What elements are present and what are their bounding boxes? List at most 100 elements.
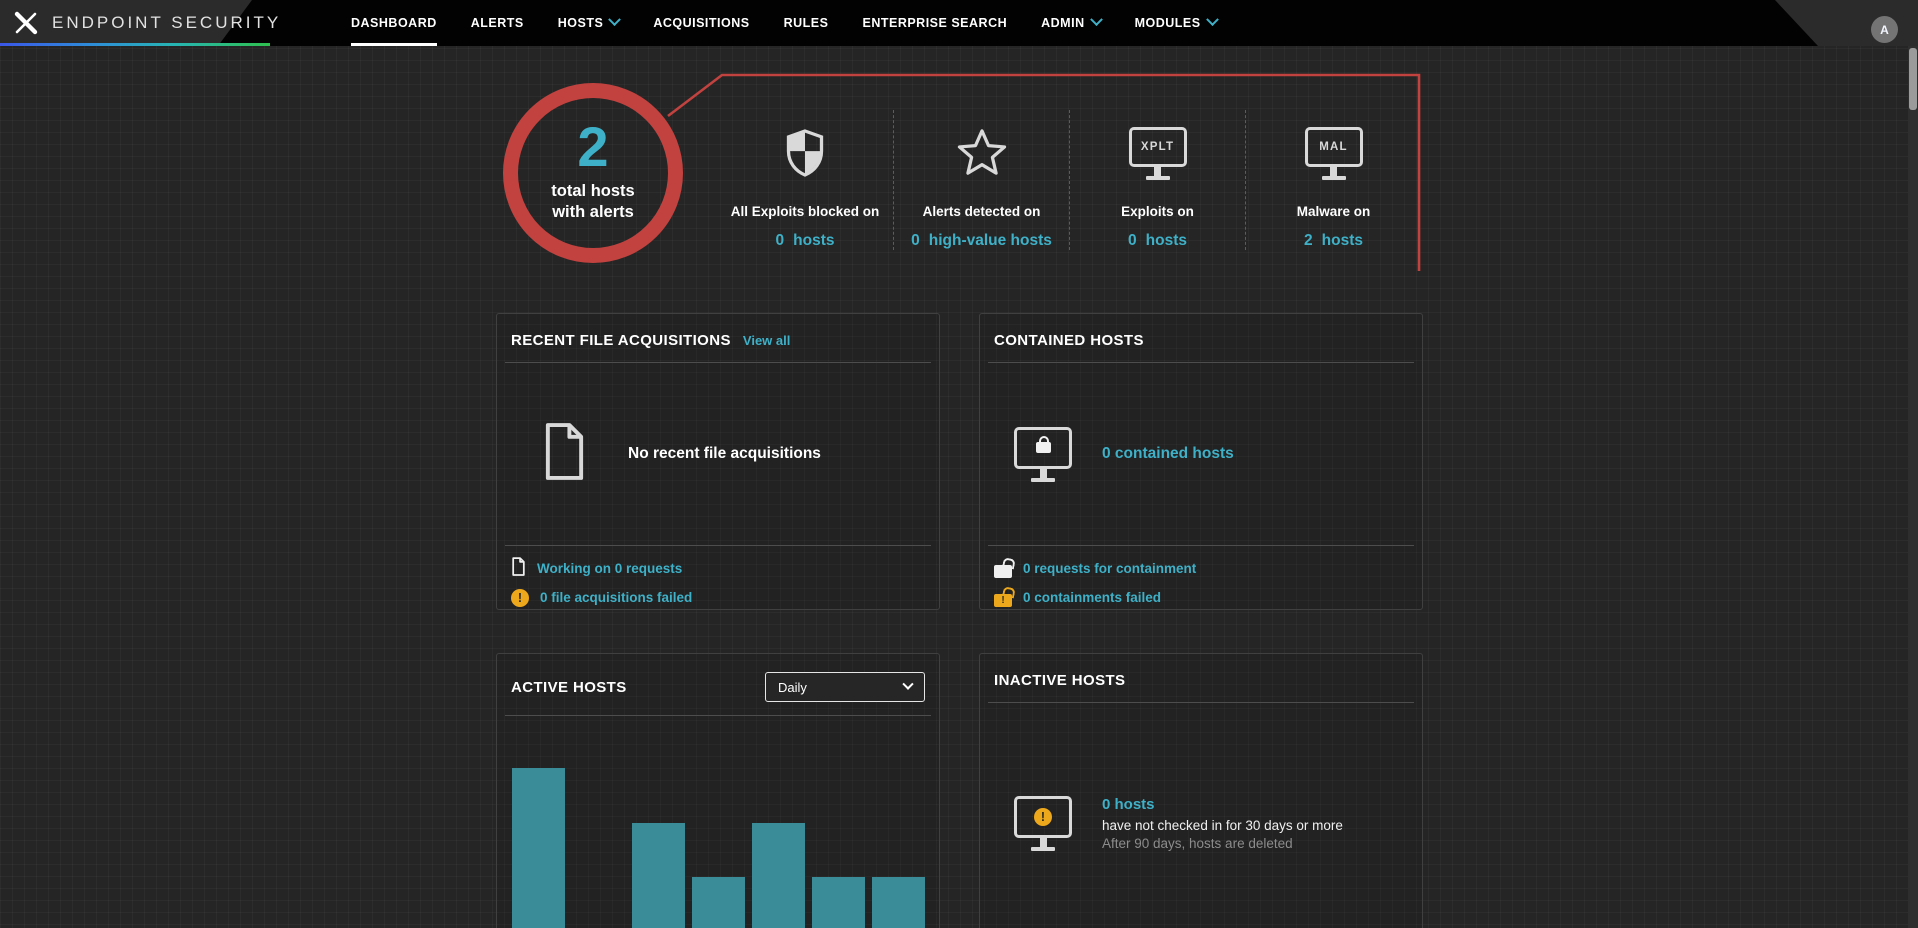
panel-header: ACTIVE HOSTS Daily <box>505 660 931 716</box>
stat-label: Exploits on <box>1121 204 1194 219</box>
nav-item-modules[interactable]: MODULES <box>1135 0 1217 46</box>
active-hosts-bar-chart: 06-1106-1206-1306-1406-1506-16Today <box>512 768 931 928</box>
panel-body: 0 contained hosts <box>980 363 1422 545</box>
contained-hosts-panel: CONTAINED HOSTS 0 contained hosts 0 requ… <box>979 313 1423 610</box>
fireeye-x-logo <box>14 11 38 35</box>
nav-item-hosts[interactable]: HOSTS <box>558 0 620 46</box>
user-avatar[interactable]: A <box>1871 16 1898 43</box>
nav-item-label: HOSTS <box>558 16 604 30</box>
lock-warning-icon <box>994 594 1012 607</box>
dashboard-content: 2 total hosts with alerts All Exploits b… <box>0 46 1918 928</box>
endpoint-security-dashboard: ENDPOINT SECURITY DASHBOARDALERTSHOSTSAC… <box>0 0 1918 928</box>
nav-item-label: ENTERPRISE SEARCH <box>862 16 1007 30</box>
stat-value-link[interactable]: 0high-value hosts <box>911 232 1052 250</box>
recent-file-acquisitions-panel: RECENT FILE ACQUISITIONS View all No rec… <box>496 313 940 610</box>
inactive-host-monitor-warning-icon <box>1014 796 1072 851</box>
panel-header: INACTIVE HOSTS <box>988 660 1414 703</box>
total-alerts-label: total hosts with alerts <box>551 181 634 222</box>
active-hosts-panel: ACTIVE HOSTS Daily 06-1106-1206-1306-140… <box>496 653 940 928</box>
stat-unit: hosts <box>793 232 834 250</box>
nav-item-label: ALERTS <box>471 16 524 30</box>
panel-title: INACTIVE HOSTS <box>994 672 1125 689</box>
bar-06-11 <box>512 768 565 928</box>
stat-unit: hosts <box>1322 232 1363 250</box>
total-alerts-count: 2 <box>577 119 608 175</box>
nav-item-acquisitions[interactable]: ACQUISITIONS <box>653 0 749 46</box>
malware-monitor-icon: MAL <box>1305 110 1363 196</box>
nav-item-dashboard[interactable]: DASHBOARD <box>351 0 437 46</box>
panel-footer: Working on 0 requests 0 file acquisition… <box>505 545 931 618</box>
nav-item-label: ADMIN <box>1041 16 1084 30</box>
chart-plot-area <box>512 768 933 928</box>
panel-header: RECENT FILE ACQUISITIONS View all <box>505 320 931 363</box>
contained-hosts-link[interactable]: 0 contained hosts <box>1102 445 1234 463</box>
bar-06-16 <box>812 877 865 928</box>
stat-all-exploits-blocked-on: All Exploits blocked on 0hosts <box>717 110 893 250</box>
primary-nav: DASHBOARD ALERTS HOSTS ACQUISITIONS RULES ENT… <box>351 0 1217 46</box>
working-requests-link[interactable]: Working on 0 requests <box>537 561 682 576</box>
containment-requests-link[interactable]: 0 requests for containment <box>1023 561 1196 576</box>
view-all-link[interactable]: View all <box>743 333 790 348</box>
failed-acquisitions-row: 0 file acquisitions failed <box>511 583 925 612</box>
warning-icon <box>1034 808 1052 826</box>
bar-06-14 <box>692 877 745 928</box>
stat-count: 0 <box>1128 232 1137 250</box>
top-nav: ENDPOINT SECURITY DASHBOARD ALERTS HOSTS AC… <box>0 0 1918 46</box>
panel-body: No recent file acquisitions <box>497 363 939 545</box>
working-requests-row: Working on 0 requests <box>511 554 925 583</box>
panel-title: CONTAINED HOSTS <box>994 332 1144 349</box>
period-select-value: Daily <box>778 680 807 695</box>
inactive-hosts-link[interactable]: 0 hosts <box>1102 796 1343 813</box>
scrollbar-track[interactable] <box>1908 46 1918 928</box>
period-select[interactable]: Daily <box>765 672 925 702</box>
stat-value-link[interactable]: 0hosts <box>776 232 835 250</box>
alert-summary-stats: All Exploits blocked on0hostsAlerts dete… <box>717 110 1421 250</box>
star-icon <box>956 110 1008 196</box>
stat-alerts-detected-on: Alerts detected on 0high-value hosts <box>893 110 1069 250</box>
nav-item-rules[interactable]: RULES <box>784 0 829 46</box>
inactive-hosts-note: After 90 days, hosts are deleted <box>1102 836 1343 851</box>
brand-accent-bar <box>0 43 270 46</box>
brand-title: ENDPOINT SECURITY <box>52 13 281 33</box>
bar-06-15 <box>752 823 805 928</box>
unlock-icon <box>994 565 1012 578</box>
stat-unit: hosts <box>1146 232 1187 250</box>
chevron-down-icon <box>1090 13 1103 26</box>
panel-title: RECENT FILE ACQUISITIONS <box>511 332 731 349</box>
panel-header: CONTAINED HOSTS <box>988 320 1414 363</box>
stat-value-link[interactable]: 2hosts <box>1304 232 1363 250</box>
shield-icon <box>783 110 827 196</box>
stat-label: Malware on <box>1297 204 1371 219</box>
total-hosts-with-alerts-circle[interactable]: 2 total hosts with alerts <box>503 83 683 263</box>
warning-icon <box>511 589 529 607</box>
inactive-hosts-text: 0 hosts have not checked in for 30 days … <box>1102 796 1343 851</box>
document-icon <box>541 422 588 486</box>
nav-item-alerts[interactable]: ALERTS <box>471 0 524 46</box>
brand-home-link[interactable]: ENDPOINT SECURITY <box>14 0 281 46</box>
stat-value-link[interactable]: 0 hosts <box>1128 232 1187 250</box>
empty-message: No recent file acquisitions <box>628 445 821 463</box>
exploit-monitor-icon: XPLT <box>1129 110 1187 196</box>
nav-item-label: RULES <box>784 16 829 30</box>
document-icon <box>511 557 526 581</box>
lock-icon <box>1036 442 1051 453</box>
inactive-hosts-detail: have not checked in for 30 days or more <box>1102 818 1343 833</box>
containments-failed-link[interactable]: 0 containments failed <box>1023 590 1161 605</box>
stat-label: All Exploits blocked on <box>731 204 880 219</box>
containment-requests-row: 0 requests for containment <box>994 554 1408 583</box>
stat-label: Alerts detected on <box>923 204 1041 219</box>
panel-footer: 0 requests for containment 0 containment… <box>988 545 1414 618</box>
nav-item-admin[interactable]: ADMIN <box>1041 0 1100 46</box>
contained-host-monitor-lock-icon <box>1014 427 1072 482</box>
failed-acquisitions-link[interactable]: 0 file acquisitions failed <box>540 590 692 605</box>
chevron-down-icon <box>902 679 913 690</box>
panel-body: 0 hosts have not checked in for 30 days … <box>980 703 1422 928</box>
inactive-hosts-panel: INACTIVE HOSTS 0 hosts have not checked … <box>979 653 1423 928</box>
stat-unit: high-value hosts <box>929 232 1052 250</box>
chevron-down-icon <box>1206 13 1219 26</box>
bar-06-13 <box>632 823 685 928</box>
nav-item-label: DASHBOARD <box>351 16 437 30</box>
nav-item-enterprise-search[interactable]: ENTERPRISE SEARCH <box>862 0 1007 46</box>
scrollbar-thumb[interactable] <box>1909 48 1917 110</box>
chevron-down-icon <box>608 13 621 26</box>
